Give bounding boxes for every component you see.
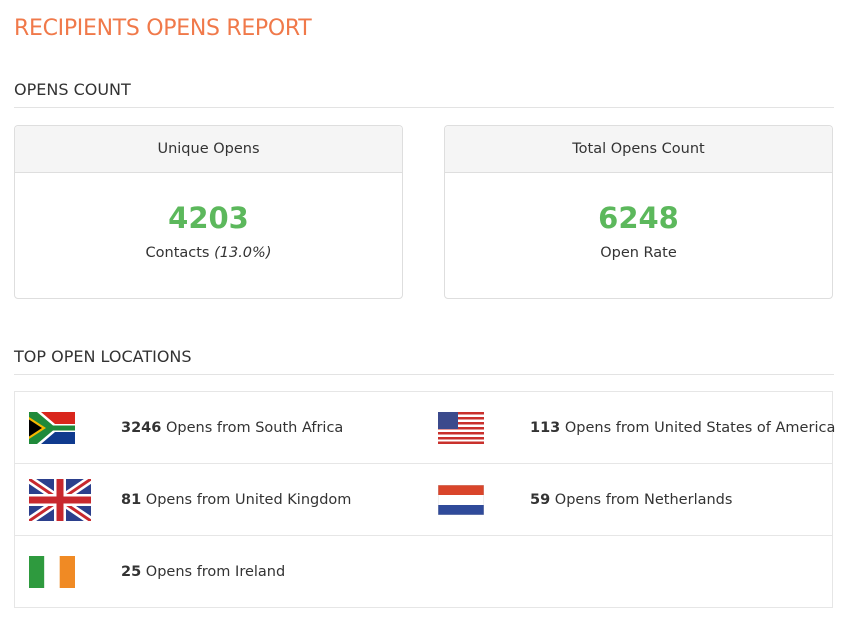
opens-count-heading: OPENS COUNT: [14, 80, 834, 108]
card-header: Total Opens Count: [445, 126, 832, 173]
open-rate-label: Open Rate: [600, 245, 677, 261]
unique-opens-value: 4203: [168, 201, 249, 235]
list-item: 3246 Opens from South Africa: [15, 392, 424, 464]
unique-opens-card: Unique Opens 4203 Contacts (13.0%): [14, 125, 403, 299]
total-opens-value: 6248: [598, 201, 679, 235]
list-item: 81 Opens from United Kingdom: [15, 464, 424, 536]
list-item: 25 Opens from Ireland: [15, 536, 424, 608]
usa-flag-icon: [438, 411, 484, 444]
location-text: 81 Opens from United Kingdom: [121, 491, 352, 508]
location-text: 59 Opens from Netherlands: [530, 491, 733, 508]
card-header: Unique Opens: [15, 126, 402, 173]
top-open-locations-heading: TOP OPEN LOCATIONS: [14, 347, 834, 375]
location-text: 3246 Opens from South Africa: [121, 419, 344, 436]
netherlands-flag-icon: [438, 484, 484, 515]
page-title: RECIPIENTS OPENS REPORT: [14, 16, 312, 41]
locations-list: 3246 Opens from South Africa 113 Opens f…: [14, 391, 836, 608]
list-item: 113 Opens from United States of America: [424, 392, 836, 464]
ireland-flag-icon: [29, 556, 75, 588]
contacts-percent: (13.0%): [214, 245, 272, 261]
south-africa-flag-icon: [29, 411, 75, 444]
location-text: 113 Opens from United States of America: [530, 419, 836, 436]
total-opens-card: Total Opens Count 6248 Open Rate: [444, 125, 833, 299]
list-item: 59 Opens from Netherlands: [424, 464, 833, 536]
location-text: 25 Opens from Ireland: [121, 564, 286, 580]
contacts-label: Contacts (13.0%): [15, 245, 402, 261]
uk-flag-icon: [29, 478, 91, 521]
contacts-text: Contacts: [145, 245, 210, 261]
